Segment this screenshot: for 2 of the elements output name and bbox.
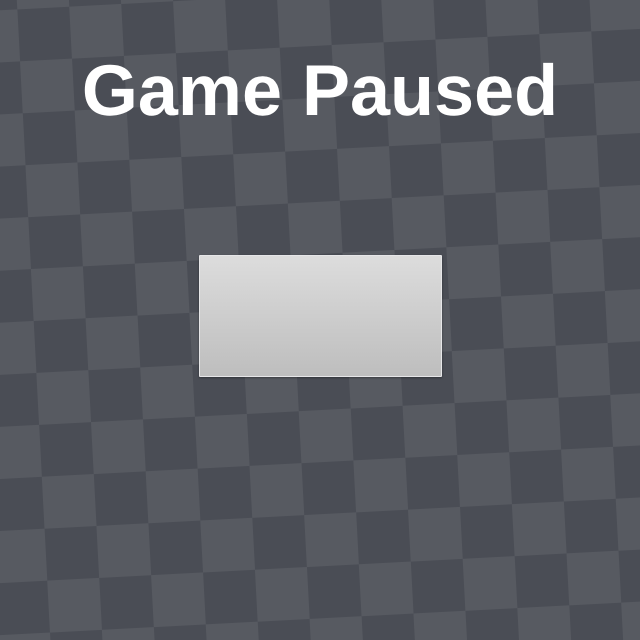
pause-title: Game Paused — [82, 55, 558, 127]
blank-button[interactable] — [198, 255, 442, 377]
